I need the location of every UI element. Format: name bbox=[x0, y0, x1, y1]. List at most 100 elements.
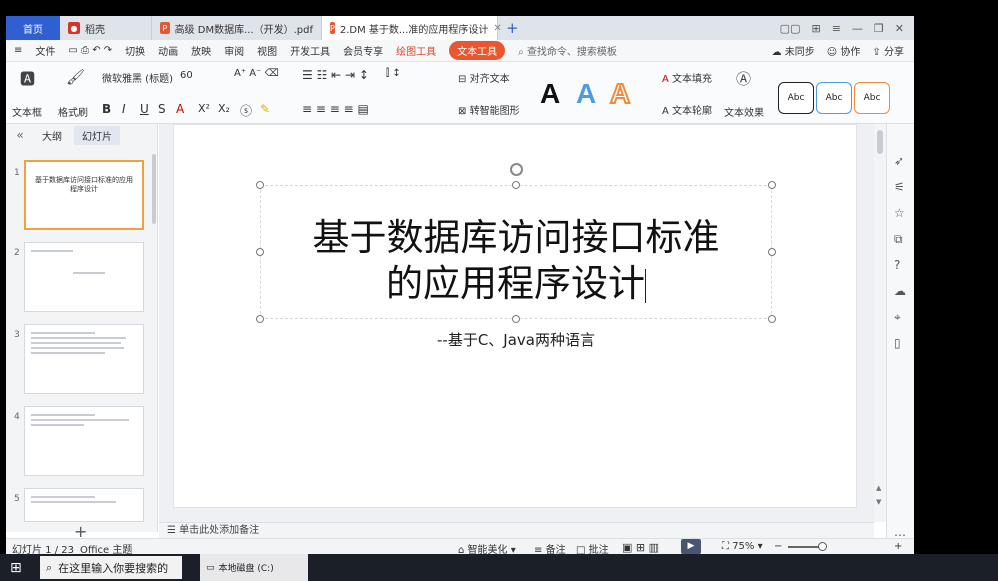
rotate-handle-icon[interactable] bbox=[510, 163, 523, 176]
char-spacing-icon[interactable]: ⓢ bbox=[240, 102, 252, 119]
panel-scrollbar[interactable] bbox=[152, 154, 156, 224]
shape-style-3[interactable]: Abc bbox=[854, 82, 890, 114]
bold-icon[interactable]: B bbox=[102, 102, 111, 116]
menu-item-developer[interactable]: 开发工具 bbox=[290, 43, 330, 58]
menu-item-review[interactable]: 审阅 bbox=[224, 43, 244, 58]
menu-item-view[interactable]: 视图 bbox=[257, 43, 277, 58]
slide-thumbnail-4[interactable] bbox=[24, 406, 144, 476]
taskbar-tooltip-disk[interactable]: ▭ 本地磁盘 (C:) bbox=[200, 554, 308, 581]
skin-icon[interactable]: ≡ bbox=[832, 22, 841, 35]
notes-toggle[interactable]: ≡ 备注 bbox=[534, 541, 566, 554]
underline-icon[interactable]: U bbox=[140, 102, 149, 116]
tab-pdf[interactable]: P 高级 DM数据库...（开发）.pdf bbox=[152, 16, 322, 40]
collapse-panel-icon[interactable]: « bbox=[6, 128, 34, 142]
rocket-icon[interactable]: ➶ bbox=[894, 154, 904, 168]
tab-home[interactable]: 首页 bbox=[6, 16, 60, 40]
superscript-icon[interactable]: X² bbox=[198, 102, 210, 115]
highlight-icon[interactable]: ✎ bbox=[260, 102, 270, 116]
text-style-black[interactable]: A bbox=[540, 80, 560, 108]
view-mode-icons[interactable]: ▣ ⊞ ▥ bbox=[622, 541, 659, 554]
layout-icon[interactable]: ▢▢ bbox=[780, 22, 801, 35]
menu-draw-tool[interactable]: 绘图工具 bbox=[396, 43, 436, 58]
text-outline-button[interactable]: A 文本轮廓 bbox=[662, 102, 712, 117]
smart-art-button[interactable]: ⊠ 转智能图形 bbox=[458, 102, 520, 117]
textbox-icon[interactable]: 🅰 bbox=[20, 68, 35, 89]
italic-icon[interactable]: I bbox=[122, 102, 126, 116]
scroll-down-icon[interactable]: ▼ bbox=[876, 498, 881, 506]
font-size-select[interactable]: 60 bbox=[180, 70, 193, 81]
resize-handle[interactable] bbox=[512, 315, 520, 323]
book-icon[interactable]: ▯ bbox=[894, 336, 901, 350]
zoom-slider-knob[interactable] bbox=[818, 542, 827, 551]
tab-docer[interactable]: ● 稻壳 bbox=[60, 16, 152, 40]
scrollbar-thumb[interactable] bbox=[877, 130, 883, 154]
menu-item-transition[interactable]: 切换 bbox=[125, 43, 145, 58]
help-icon[interactable]: ? bbox=[894, 258, 900, 272]
tab-outline[interactable]: 大纲 bbox=[34, 126, 70, 145]
apps-grid-icon[interactable]: ⊞ bbox=[811, 22, 820, 35]
quick-access-icons[interactable]: ▭ ⎙ ↶ ↷ bbox=[68, 45, 112, 56]
menu-item-slideshow[interactable]: 放映 bbox=[191, 43, 211, 58]
slide-subtitle[interactable]: --基于C、Java两种语言 bbox=[260, 329, 772, 350]
resize-handle[interactable] bbox=[256, 315, 264, 323]
scroll-up-icon[interactable]: ▲ bbox=[876, 484, 881, 492]
menu-item-member[interactable]: 会员专享 bbox=[343, 43, 383, 58]
slide-thumbnail-5[interactable] bbox=[24, 488, 144, 522]
list-icons[interactable]: ☰ ☷ ⇤ ⇥ ↕ bbox=[302, 68, 369, 82]
tab-slides[interactable]: 幻灯片 bbox=[74, 125, 120, 145]
tab-presentation[interactable]: P 2.DM 基于数...准的应用程序设计 ✕ bbox=[322, 16, 502, 40]
menu-file[interactable]: 文件 bbox=[35, 43, 55, 58]
text-effect-button[interactable]: 文本效果 bbox=[724, 104, 764, 119]
zoom-level[interactable]: ⛶ 75% ▾ bbox=[722, 541, 763, 552]
shape-style-1[interactable]: Abc bbox=[778, 82, 814, 114]
new-tab-button[interactable]: + bbox=[498, 16, 527, 40]
format-painter-icon[interactable]: 🖌 bbox=[66, 68, 85, 86]
command-search[interactable]: ⌕ 查找命令、搜索模板 bbox=[518, 43, 617, 58]
windows-start-icon[interactable]: ⊞ bbox=[10, 560, 22, 576]
text-style-outline-orange[interactable]: A bbox=[609, 79, 631, 109]
subscript-icon[interactable]: X₂ bbox=[218, 102, 230, 115]
share-button[interactable]: ⇪ 分享 bbox=[872, 43, 904, 58]
font-name-select[interactable]: 微软雅黑 (标题) bbox=[102, 70, 176, 85]
current-slide[interactable]: 基于数据库访问接口标准 的应用程序设计 --基于C、Java两种语言 bbox=[173, 124, 857, 508]
text-effect-icon[interactable]: Ⓐ bbox=[736, 68, 751, 89]
sync-button[interactable]: ☁ 未同步 bbox=[772, 43, 815, 58]
location-icon[interactable]: ⌖ bbox=[894, 310, 901, 325]
notes-area[interactable]: ☰ 单击此处添加备注 bbox=[159, 522, 874, 538]
annotate-toggle[interactable]: □ 批注 bbox=[576, 541, 609, 554]
shape-style-2[interactable]: Abc bbox=[816, 82, 852, 114]
copy-icon[interactable]: ⧉ bbox=[894, 232, 903, 247]
star-icon[interactable]: ☆ bbox=[894, 206, 905, 220]
resize-handle[interactable] bbox=[768, 315, 776, 323]
taskbar-search[interactable]: ⌕ 在这里输入你要搜索的 bbox=[40, 556, 182, 579]
align-text-button[interactable]: ⊟ 对齐文本 bbox=[458, 70, 510, 85]
font-grow-shrink-icons[interactable]: A⁺ A⁻ ⌫ bbox=[234, 68, 279, 79]
close-window-icon[interactable]: ✕ bbox=[895, 22, 904, 35]
slide-thumbnail-1[interactable]: 基于数据库访问接口标准的应用程序设计 bbox=[24, 160, 144, 230]
adjust-icon[interactable]: ⚟ bbox=[894, 180, 905, 194]
canvas-vertical-scrollbar[interactable]: ▲ ▼ bbox=[874, 124, 886, 522]
menu-item-animation[interactable]: 动画 bbox=[158, 43, 178, 58]
text-style-blue[interactable]: A bbox=[576, 80, 596, 108]
strikethrough-icon[interactable]: S bbox=[158, 102, 166, 116]
slide-thumbnail-3[interactable] bbox=[24, 324, 144, 394]
slide-title[interactable]: 基于数据库访问接口标准 的应用程序设计 bbox=[260, 215, 772, 307]
hamburger-icon[interactable]: ≡ bbox=[14, 45, 22, 56]
play-slideshow-icon[interactable]: ▶ bbox=[681, 539, 701, 554]
zoom-in-icon[interactable]: + bbox=[894, 541, 902, 552]
resize-handle[interactable] bbox=[512, 181, 520, 189]
theme-name[interactable]: Office 主题 bbox=[80, 541, 132, 554]
columns-icon[interactable]: ⫿ ↕ bbox=[386, 68, 401, 79]
beautify-button[interactable]: ⌂ 智能美化 ▾ bbox=[458, 541, 516, 554]
format-painter-button[interactable]: 格式刷 bbox=[58, 104, 88, 119]
minimize-icon[interactable]: — bbox=[852, 22, 863, 35]
restore-icon[interactable]: ❐ bbox=[874, 22, 884, 35]
paragraph-align-icons[interactable]: ≡ ≡ ≡ ≡ ▤ bbox=[302, 102, 369, 116]
menu-text-tool[interactable]: 文本工具 bbox=[449, 41, 506, 60]
zoom-out-icon[interactable]: − bbox=[774, 541, 782, 552]
text-fill-button[interactable]: A 文本填充 bbox=[662, 70, 712, 85]
textbox-button[interactable]: 文本框 bbox=[12, 104, 42, 119]
slide-thumbnail-2[interactable] bbox=[24, 242, 144, 312]
resize-handle[interactable] bbox=[256, 181, 264, 189]
collab-button[interactable]: ☺ 协作 bbox=[827, 43, 861, 58]
